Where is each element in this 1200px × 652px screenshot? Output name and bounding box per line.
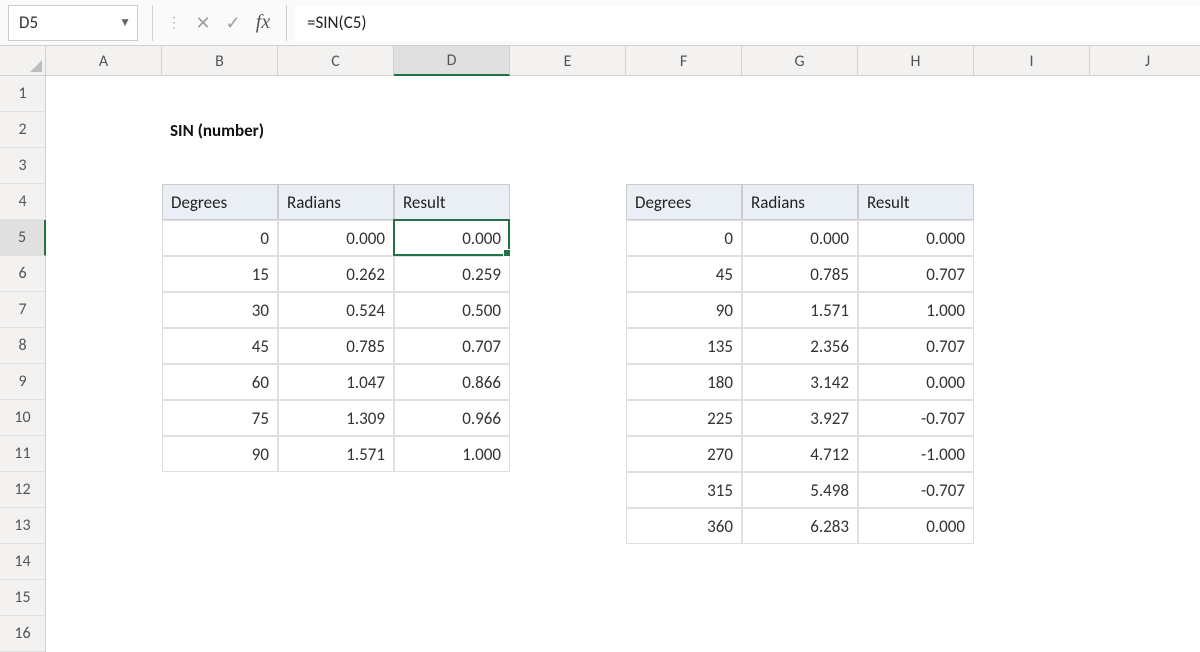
table2-cell[interactable]: 135 xyxy=(626,328,742,364)
table2-cell[interactable]: 45 xyxy=(626,256,742,292)
table2-cell[interactable]: 315 xyxy=(626,472,742,508)
table1-cell[interactable]: 45 xyxy=(162,328,278,364)
table1-cell[interactable]: 1.309 xyxy=(278,400,394,436)
table1-cell[interactable]: 0.000 xyxy=(394,220,510,256)
column-header-B[interactable]: B xyxy=(162,46,278,76)
table2-cell[interactable]: 0.000 xyxy=(858,220,974,256)
enter-icon[interactable]: ✓ xyxy=(218,5,248,41)
table1-header-1[interactable]: Radians xyxy=(278,184,394,220)
table1-header-2[interactable]: Result xyxy=(394,184,510,220)
table2-cell[interactable]: 0.000 xyxy=(858,364,974,400)
table2-cell[interactable]: 6.283 xyxy=(742,508,858,544)
table1-cell[interactable]: 90 xyxy=(162,436,278,472)
table1-cell[interactable]: 0.262 xyxy=(278,256,394,292)
row-header-15[interactable]: 15 xyxy=(0,580,45,616)
table2-header-1[interactable]: Radians xyxy=(742,184,858,220)
table2-cell[interactable]: 0.000 xyxy=(742,220,858,256)
table2-header-0[interactable]: Degrees xyxy=(626,184,742,220)
table1-cell[interactable]: 15 xyxy=(162,256,278,292)
select-all-corner[interactable] xyxy=(0,46,46,76)
table1-cell[interactable]: 0.500 xyxy=(394,292,510,328)
table2-cell[interactable]: 0.707 xyxy=(858,256,974,292)
column-header-G[interactable]: G xyxy=(742,46,858,76)
table1-header-0[interactable]: Degrees xyxy=(162,184,278,220)
drag-handle-icon: ⋮ xyxy=(161,14,188,31)
fx-icon[interactable]: fx xyxy=(248,5,278,41)
table1-cell[interactable]: 1.571 xyxy=(278,436,394,472)
column-header-F[interactable]: F xyxy=(626,46,742,76)
table1-cell[interactable]: 0 xyxy=(162,220,278,256)
table2-cell[interactable]: 5.498 xyxy=(742,472,858,508)
table1-cell[interactable]: 0.707 xyxy=(394,328,510,364)
row-header-2[interactable]: 2 xyxy=(0,112,45,148)
table2-cell[interactable]: 270 xyxy=(626,436,742,472)
table1-cell[interactable]: 1.000 xyxy=(394,436,510,472)
column-header-H[interactable]: H xyxy=(858,46,974,76)
column-header-J[interactable]: J xyxy=(1090,46,1200,76)
row-header-5[interactable]: 5 xyxy=(0,220,46,256)
table2-cell[interactable]: 1.571 xyxy=(742,292,858,328)
name-box[interactable]: D5 ▼ xyxy=(8,5,138,41)
table1-cell[interactable]: 0.000 xyxy=(278,220,394,256)
table2-header-2[interactable]: Result xyxy=(858,184,974,220)
table2-cell[interactable]: 0.707 xyxy=(858,328,974,364)
row-header-3[interactable]: 3 xyxy=(0,148,45,184)
row-headers: 12345678910111213141516 xyxy=(0,76,46,652)
table2-cell[interactable]: 1.000 xyxy=(858,292,974,328)
column-headers: ABCDEFGHIJ xyxy=(46,46,1200,76)
row-header-10[interactable]: 10 xyxy=(0,400,45,436)
column-header-I[interactable]: I xyxy=(974,46,1090,76)
column-header-E[interactable]: E xyxy=(510,46,626,76)
row-header-7[interactable]: 7 xyxy=(0,292,45,328)
column-header-A[interactable]: A xyxy=(46,46,162,76)
row-header-4[interactable]: 4 xyxy=(0,184,45,220)
table1-cell[interactable]: 75 xyxy=(162,400,278,436)
table1-cell[interactable]: 1.047 xyxy=(278,364,394,400)
title-cell[interactable]: SIN (number) xyxy=(162,112,278,148)
table1-cell[interactable]: 0.524 xyxy=(278,292,394,328)
table2-cell[interactable]: 0 xyxy=(626,220,742,256)
formula-input[interactable]: =SIN(C5) xyxy=(295,5,1200,41)
formula-bar: D5 ▼ ⋮ ✕ ✓ fx =SIN(C5) xyxy=(0,0,1200,46)
row-header-8[interactable]: 8 xyxy=(0,328,45,364)
row-header-12[interactable]: 12 xyxy=(0,472,45,508)
table2-cell[interactable]: 225 xyxy=(626,400,742,436)
table2-cell[interactable]: 2.356 xyxy=(742,328,858,364)
column-header-D[interactable]: D xyxy=(394,46,510,76)
table2-cell[interactable]: -0.707 xyxy=(858,400,974,436)
table2-cell[interactable]: 3.142 xyxy=(742,364,858,400)
cancel-icon[interactable]: ✕ xyxy=(188,5,218,41)
row-header-9[interactable]: 9 xyxy=(0,364,45,400)
table2-cell[interactable]: 180 xyxy=(626,364,742,400)
table2-cell[interactable]: 0.000 xyxy=(858,508,974,544)
table1-cell[interactable]: 0.966 xyxy=(394,400,510,436)
divider xyxy=(152,5,153,41)
table2-cell[interactable]: 3.927 xyxy=(742,400,858,436)
table2-cell[interactable]: 4.712 xyxy=(742,436,858,472)
row-header-14[interactable]: 14 xyxy=(0,544,45,580)
row-header-11[interactable]: 11 xyxy=(0,436,45,472)
divider xyxy=(286,5,287,41)
table1-cell[interactable]: 60 xyxy=(162,364,278,400)
name-box-dropdown-icon[interactable]: ▼ xyxy=(119,15,131,30)
row-header-1[interactable]: 1 xyxy=(0,76,45,112)
column-header-C[interactable]: C xyxy=(278,46,394,76)
table2-cell[interactable]: -1.000 xyxy=(858,436,974,472)
table1-cell[interactable]: 0.785 xyxy=(278,328,394,364)
table2-cell[interactable]: -0.707 xyxy=(858,472,974,508)
row-header-16[interactable]: 16 xyxy=(0,616,45,652)
table2-cell[interactable]: 360 xyxy=(626,508,742,544)
table1-cell[interactable]: 30 xyxy=(162,292,278,328)
table2-cell[interactable]: 90 xyxy=(626,292,742,328)
table1-cell[interactable]: 0.866 xyxy=(394,364,510,400)
row-header-13[interactable]: 13 xyxy=(0,508,45,544)
row-header-6[interactable]: 6 xyxy=(0,256,45,292)
table2-cell[interactable]: 0.785 xyxy=(742,256,858,292)
table1-cell[interactable]: 0.259 xyxy=(394,256,510,292)
name-box-value: D5 xyxy=(19,12,38,33)
